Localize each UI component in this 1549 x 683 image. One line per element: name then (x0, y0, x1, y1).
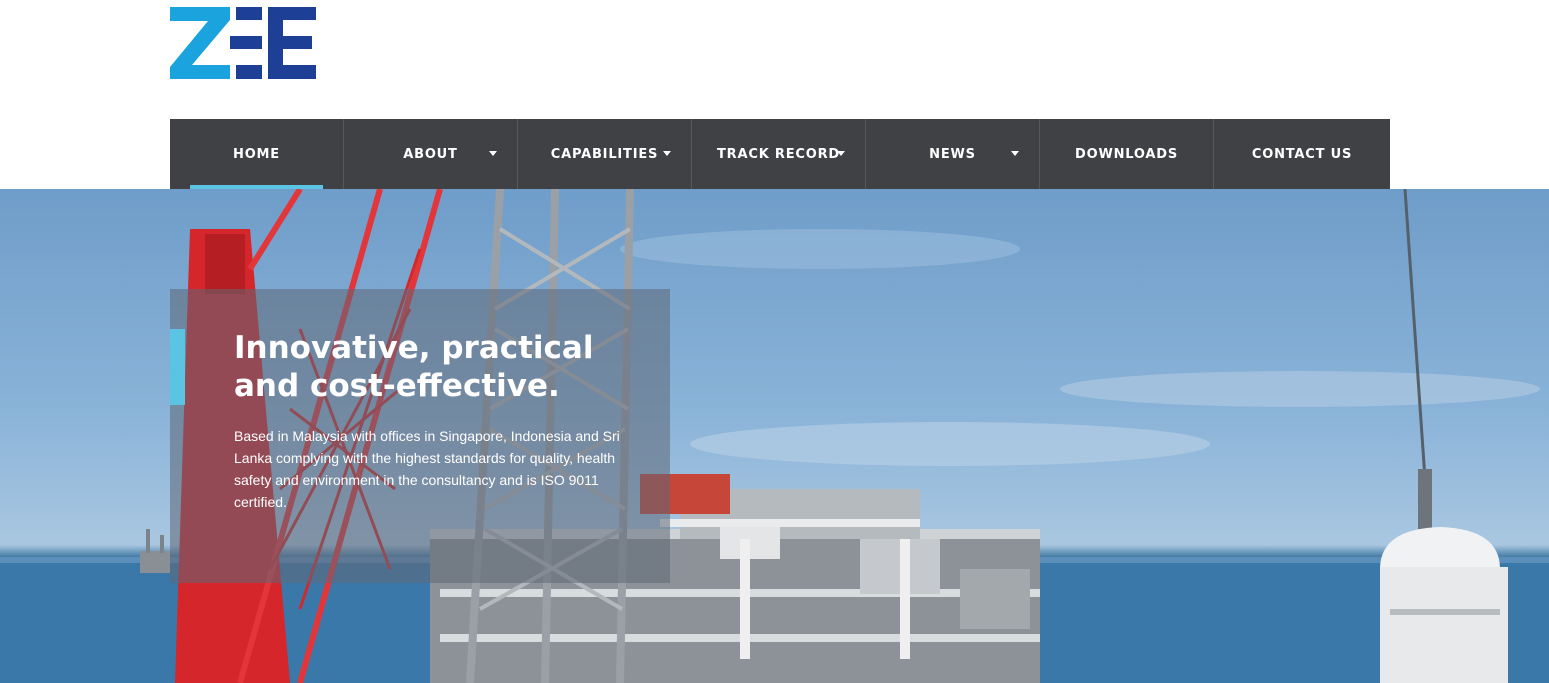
caret-down-icon (663, 151, 671, 156)
active-indicator (190, 185, 323, 189)
nav-item-about[interactable]: ABOUT (344, 119, 518, 189)
nav-item-home[interactable]: HOME (170, 119, 344, 189)
nav-label-downloads: DOWNLOADS (1075, 146, 1178, 162)
nav-label-news: NEWS (929, 146, 976, 162)
nav-label-about: ABOUT (403, 146, 458, 162)
nav-label-contact-us: CONTACT US (1251, 146, 1353, 162)
zee-logo-mark (170, 7, 316, 79)
nav-label-capabilities: CAPABILITIES (550, 146, 659, 162)
nav-label-track-record: TRACK RECORD (717, 146, 840, 162)
nav-item-contact-us[interactable]: CONTACT US (1214, 119, 1390, 189)
caret-down-icon (837, 151, 845, 156)
hero-title-line-1: Innovative, practical (234, 330, 594, 366)
caret-down-icon (489, 151, 497, 156)
caret-down-icon (1011, 151, 1019, 156)
nav-item-downloads[interactable]: DOWNLOADS (1040, 119, 1214, 189)
caption-accent-bar (170, 329, 185, 405)
hero-title-line-2: and cost-effective. (234, 368, 560, 404)
nav-item-track-record[interactable]: TRACK RECORD (692, 119, 866, 189)
main-navigation: HOME ABOUT CAPABILITIES TRACK RECORD NEW… (170, 119, 1390, 189)
zee-logo[interactable] (170, 7, 316, 80)
hero-banner: Innovative, practical and cost-effective… (0, 189, 1549, 683)
hero-title: Innovative, practical and cost-effective… (234, 329, 654, 405)
nav-item-news[interactable]: NEWS (866, 119, 1040, 189)
nav-label-home: HOME (233, 146, 280, 162)
hero-description: Based in Malaysia with offices in Singap… (234, 428, 620, 510)
nav-item-capabilities[interactable]: CAPABILITIES (518, 119, 692, 189)
